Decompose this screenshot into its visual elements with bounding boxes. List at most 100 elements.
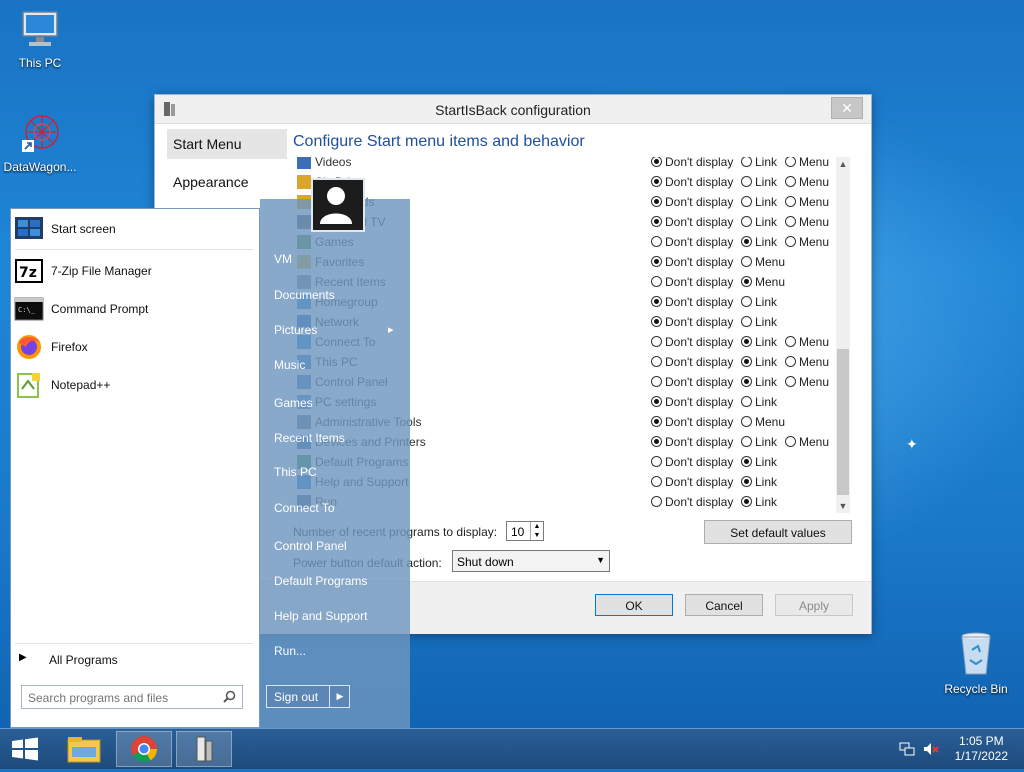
set-default-values-button[interactable]: Set default values bbox=[704, 520, 852, 544]
taskbar-startisback[interactable] bbox=[176, 731, 232, 767]
scroll-thumb[interactable] bbox=[837, 349, 849, 495]
close-button[interactable]: ✕ bbox=[831, 97, 863, 119]
start-right-item[interactable]: Recent Items bbox=[274, 431, 345, 445]
radio-menu[interactable] bbox=[785, 196, 796, 207]
all-programs-button[interactable]: ▶ All Programs bbox=[11, 649, 259, 671]
start-right-item[interactable]: Default Programs bbox=[274, 574, 367, 588]
radio-dont-display[interactable] bbox=[651, 456, 662, 467]
radio-dont-display[interactable] bbox=[651, 196, 662, 207]
radio-link[interactable] bbox=[741, 356, 752, 367]
radio-dont-display[interactable] bbox=[651, 396, 662, 407]
radio-link[interactable] bbox=[741, 496, 752, 507]
radio-menu[interactable] bbox=[785, 436, 796, 447]
radio-menu[interactable] bbox=[785, 157, 796, 167]
apply-button[interactable]: Apply bbox=[775, 594, 853, 616]
start-right-item[interactable]: Games bbox=[274, 396, 313, 410]
system-clock[interactable]: 1:05 PM 1/17/2022 bbox=[955, 734, 1008, 764]
user-avatar[interactable] bbox=[311, 178, 365, 232]
dialog-titlebar[interactable]: StartIsBack configuration ✕ bbox=[155, 95, 871, 124]
taskbar-file-explorer[interactable] bbox=[56, 731, 112, 767]
radio-link[interactable] bbox=[741, 316, 752, 327]
radio-link[interactable] bbox=[741, 456, 752, 467]
startisback-icon bbox=[196, 736, 213, 762]
power-action-value: Shut down bbox=[457, 555, 514, 569]
desktop-icon-datawagon[interactable]: DataWagon... bbox=[0, 112, 80, 174]
radio-menu[interactable] bbox=[785, 356, 796, 367]
radio-link[interactable] bbox=[741, 216, 752, 227]
start-right-item[interactable]: Connect To bbox=[274, 501, 335, 515]
radio-menu[interactable] bbox=[785, 376, 796, 387]
radio-dont-display[interactable] bbox=[651, 476, 662, 487]
radio-dont-display[interactable] bbox=[651, 316, 662, 327]
start-item-command-prompt[interactable]: C:\_ Command Prompt bbox=[11, 291, 259, 327]
radio-dont-display[interactable] bbox=[651, 356, 662, 367]
scroll-down-arrow-icon[interactable]: ▼ bbox=[836, 499, 850, 513]
radio-link[interactable] bbox=[741, 396, 752, 407]
start-right-item[interactable]: Control Panel bbox=[274, 539, 347, 553]
ok-button[interactable]: OK bbox=[595, 594, 673, 616]
radio-dont-display[interactable] bbox=[651, 236, 662, 247]
radio-dont-display[interactable] bbox=[651, 336, 662, 347]
start-right-item[interactable]: VM bbox=[274, 252, 292, 266]
start-right-item[interactable]: Pictures bbox=[274, 323, 317, 337]
desktop-icon-label: This PC bbox=[18, 56, 62, 70]
radio-link[interactable] bbox=[741, 296, 752, 307]
radio-menu[interactable] bbox=[785, 176, 796, 187]
start-right-item[interactable]: Run... bbox=[274, 644, 306, 658]
desktop-icon-this-pc[interactable]: This PC bbox=[0, 8, 80, 70]
list-scrollbar[interactable]: ▲ ▼ bbox=[836, 157, 850, 513]
radio-dont-display[interactable] bbox=[651, 176, 662, 187]
radio-menu[interactable] bbox=[785, 236, 796, 247]
radio-link[interactable] bbox=[741, 236, 752, 247]
radio-dont-display[interactable] bbox=[651, 376, 662, 387]
search-box[interactable] bbox=[21, 685, 243, 709]
radio-dont-display[interactable] bbox=[651, 416, 662, 427]
radio-dont-display[interactable] bbox=[651, 296, 662, 307]
cancel-button[interactable]: Cancel bbox=[685, 594, 763, 616]
radio-menu[interactable] bbox=[741, 276, 752, 287]
radio-link[interactable] bbox=[741, 476, 752, 487]
radio-link[interactable] bbox=[741, 176, 752, 187]
search-input[interactable] bbox=[26, 688, 220, 708]
taskbar-chrome[interactable] bbox=[116, 731, 172, 767]
nav-appearance[interactable]: Appearance bbox=[167, 167, 287, 197]
spin-down-icon[interactable]: ▼ bbox=[530, 531, 543, 540]
radio-link[interactable] bbox=[741, 157, 752, 167]
spin-up-icon[interactable]: ▲ bbox=[530, 522, 543, 531]
radio-link[interactable] bbox=[741, 336, 752, 347]
radio-menu[interactable] bbox=[741, 256, 752, 267]
radio-link[interactable] bbox=[741, 436, 752, 447]
start-button[interactable] bbox=[0, 729, 50, 769]
start-item-firefox[interactable]: Firefox bbox=[11, 329, 259, 365]
nav-start-menu[interactable]: Start Menu bbox=[167, 129, 287, 159]
radio-link[interactable] bbox=[741, 196, 752, 207]
radio-menu[interactable] bbox=[785, 336, 796, 347]
radio-dont-display[interactable] bbox=[651, 256, 662, 267]
radio-dont-display[interactable] bbox=[651, 276, 662, 287]
radio-link[interactable] bbox=[741, 376, 752, 387]
start-item-start-screen[interactable]: Start screen bbox=[11, 211, 259, 247]
radio-dont-display[interactable] bbox=[651, 496, 662, 507]
radio-dont-display[interactable] bbox=[651, 157, 662, 167]
recent-programs-spinner[interactable]: 10 ▲ ▼ bbox=[506, 521, 544, 541]
chevron-right-icon[interactable]: ▶ bbox=[329, 686, 350, 707]
radio-dont-display[interactable] bbox=[651, 216, 662, 227]
menu-item-row: Videos Don't display Link Menu bbox=[293, 157, 853, 172]
start-right-item[interactable]: Documents bbox=[274, 288, 335, 302]
volume-muted-icon[interactable] bbox=[922, 741, 940, 760]
desktop-icon-recycle-bin[interactable]: Recycle Bin bbox=[936, 630, 1016, 696]
network-icon[interactable] bbox=[899, 741, 915, 760]
sign-out-button[interactable]: Sign out ▶ bbox=[266, 685, 350, 708]
scroll-up-arrow-icon[interactable]: ▲ bbox=[836, 157, 850, 171]
power-action-select[interactable]: Shut down ▼ bbox=[452, 550, 610, 572]
radio-label-menu: Menu bbox=[799, 157, 830, 169]
radio-menu[interactable] bbox=[785, 216, 796, 227]
start-right-item[interactable]: Help and Support bbox=[274, 609, 367, 623]
start-right-item[interactable]: Music bbox=[274, 358, 305, 372]
radio-menu[interactable] bbox=[741, 416, 752, 427]
search-icon[interactable] bbox=[223, 690, 236, 706]
start-item-7zip[interactable]: 7z 7-Zip File Manager bbox=[11, 253, 259, 289]
radio-dont-display[interactable] bbox=[651, 436, 662, 447]
start-right-item[interactable]: This PC bbox=[274, 465, 317, 479]
start-item-notepadpp[interactable]: Notepad++ bbox=[11, 367, 259, 403]
